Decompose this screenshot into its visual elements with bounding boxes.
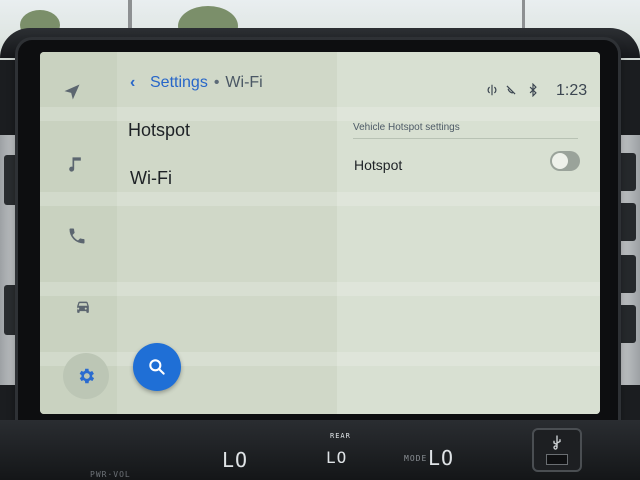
gear-icon <box>79 368 95 384</box>
infotainment-screen <box>40 52 600 414</box>
rail-music-button[interactable] <box>55 146 95 182</box>
breadcrumb-settings-link[interactable]: Settings <box>150 74 208 92</box>
usb-port <box>532 428 582 472</box>
mode-label: MODE <box>404 454 428 463</box>
rear-label: REAR <box>330 432 351 440</box>
phone-icon <box>69 228 85 244</box>
rear-temp-display: LO <box>326 448 348 467</box>
rail-vehicle-button[interactable] <box>63 289 103 325</box>
section-title: Vehicle Hotspot settings <box>353 122 460 133</box>
bluetooth-icon <box>526 80 540 100</box>
navigation-icon <box>64 84 80 100</box>
rail-phone-button[interactable] <box>57 218 97 254</box>
usb-icon <box>553 435 561 450</box>
right-temp-display: LO <box>428 446 455 470</box>
breadcrumb: ‹ Settings • Wi-Fi <box>130 72 263 94</box>
hotspot-toggle[interactable] <box>550 151 580 171</box>
chevron-left-icon[interactable]: ‹ <box>130 74 144 92</box>
status-time: 1:23 <box>556 82 588 99</box>
section-divider <box>353 138 578 139</box>
phone-muted-icon <box>504 80 518 100</box>
breadcrumb-separator: • <box>213 74 220 91</box>
hotspot-row-label: Hotspot <box>354 157 403 173</box>
pwr-vol-label: PWR·VOL <box>90 470 131 479</box>
rail-settings-button[interactable] <box>63 353 109 399</box>
music-icon <box>69 157 81 172</box>
detail-pane <box>337 52 600 414</box>
wireless-charging-icon <box>485 80 499 100</box>
list-item-wifi[interactable]: Wi-Fi <box>130 168 172 189</box>
list-item-hotspot[interactable]: Hotspot <box>128 120 190 141</box>
left-temp-display: LO <box>222 448 249 472</box>
car-icon <box>77 301 89 313</box>
toggle-knob <box>552 153 568 169</box>
search-icon <box>149 359 165 375</box>
rail-navigation-button[interactable] <box>52 74 92 110</box>
breadcrumb-current: Wi-Fi <box>225 74 263 91</box>
search-button[interactable] <box>133 343 181 391</box>
